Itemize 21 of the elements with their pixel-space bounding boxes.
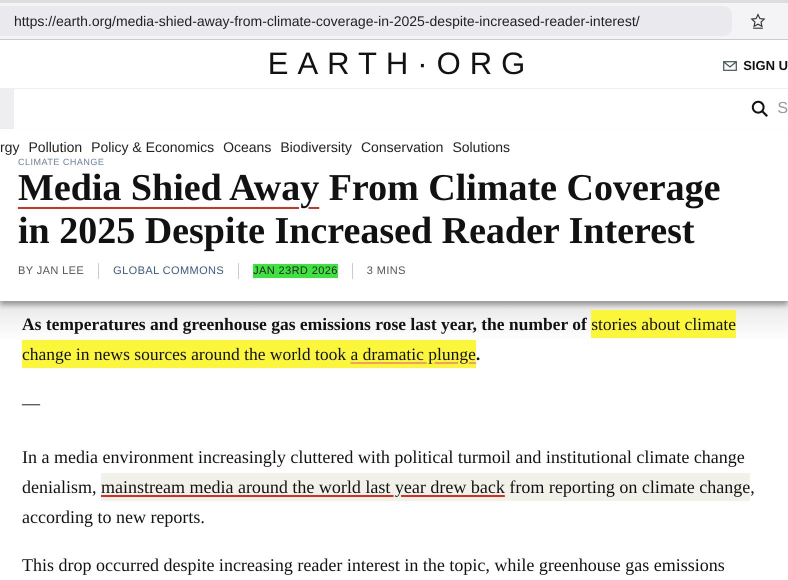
nav-link[interactable]: Pollution	[28, 139, 82, 155]
meta-text: 3 MINS	[366, 264, 406, 278]
nav-link[interactable]: Biodiversity	[280, 139, 352, 155]
section-dash: —	[22, 393, 42, 414]
body-paragraph: In a media environment increasingly cluttered with political turmoil and institutional climate change denialism, mainstream media around the world last year drew back from reporting on climate change, according to new reports.	[22, 446, 756, 529]
address-bar[interactable]: https://earth.org/media-shied-away-from-climate-coverage-in-2025-despite-increased-reader-interest/	[0, 6, 732, 36]
nav-link[interactable]: rgy	[0, 139, 20, 155]
category-label[interactable]: CLIMATE CHANGE	[0, 157, 788, 167]
star-icon[interactable]	[750, 13, 766, 29]
meta-text[interactable]: GLOBAL COMMONS	[113, 264, 224, 278]
meta-text: JAN 23RD 2026	[253, 264, 338, 278]
site-logo[interactable]: EARTH·ORG	[268, 46, 534, 82]
article-title: Media Shied Away From Climate Coverage in 2025 Despite Increased Reader Interest	[18, 167, 722, 253]
nav-link[interactable]: Solutions	[452, 139, 510, 155]
meta-text[interactable]: BY JAN LEE	[18, 264, 84, 278]
nav-link[interactable]: Policy & Economics	[91, 139, 214, 155]
nav-link[interactable]: Oceans	[223, 139, 272, 155]
body-paragraph: This drop occurred despite increasing reader interest in the topic, while greenhouse gas emissions	[22, 554, 726, 577]
nav-link[interactable]: Conservation	[360, 139, 444, 155]
signup-link[interactable]: SIGN U	[723, 58, 788, 73]
envelope-icon	[723, 60, 738, 70]
